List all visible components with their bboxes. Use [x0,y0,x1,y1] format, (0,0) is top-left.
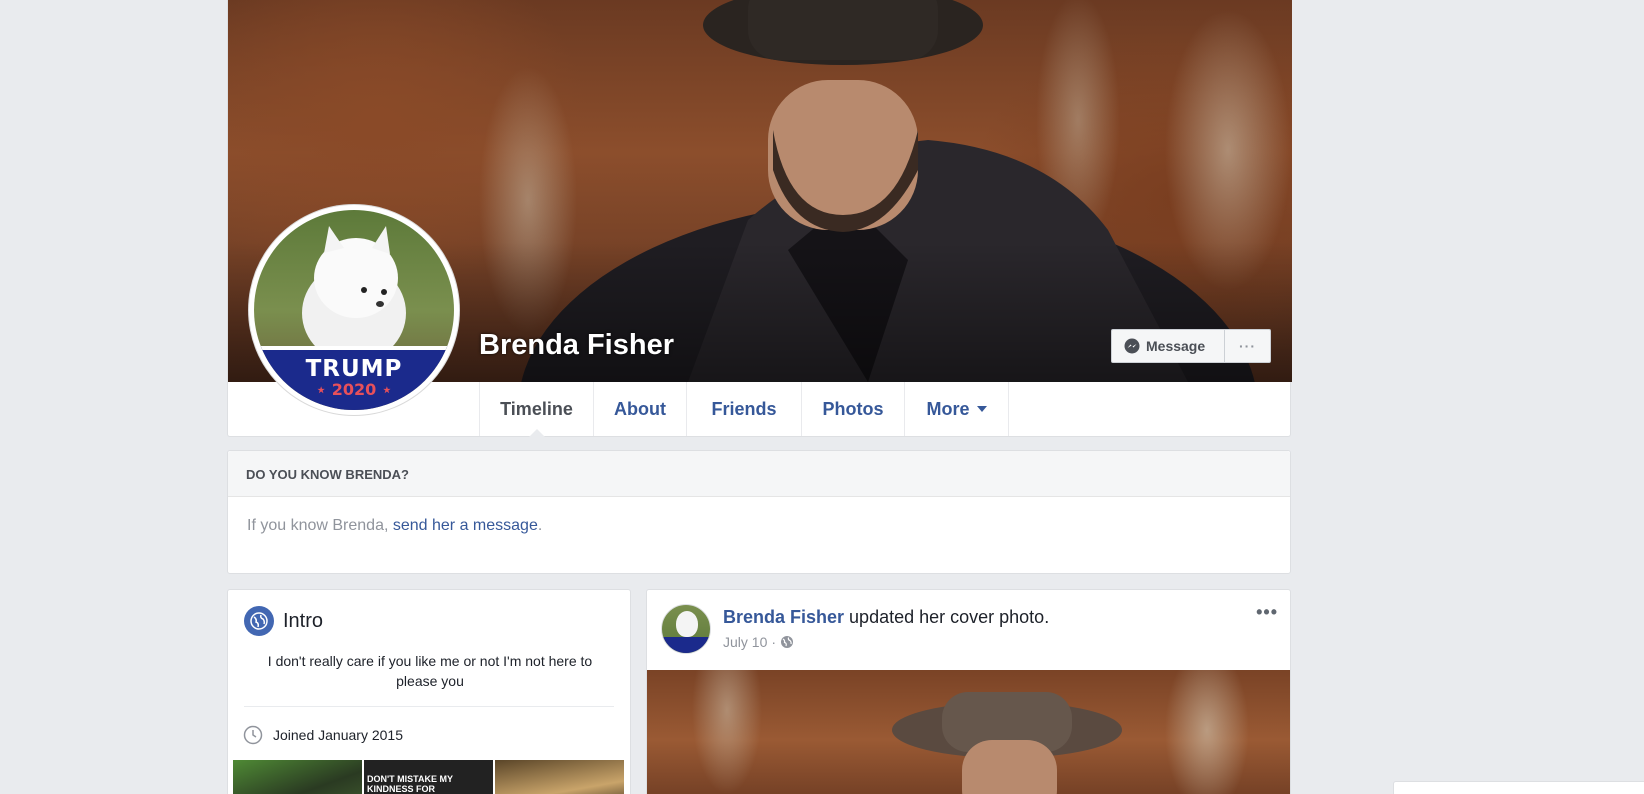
post-author-link[interactable]: Brenda Fisher [723,607,844,627]
cover-actions: Message ··· [1111,329,1271,363]
intro-divider [244,706,614,707]
featured-photo-2-text: DON'T MISTAKE MY KINDNESS FOR [367,774,453,794]
tab-photos[interactable]: Photos [802,382,905,436]
avatar-band [662,637,710,653]
globe-icon [244,606,274,636]
profile-header: TRUMP ⋆ 2020 ⋆ Brenda Fisher Message ···… [227,0,1292,437]
know-card-prefix: If you know Brenda, [247,517,393,534]
trump-2020-banner: TRUMP ⋆ 2020 ⋆ [254,346,454,410]
profile-name[interactable]: Brenda Fisher [479,329,674,362]
post-header: Brenda Fisher updated her cover photo. [723,607,1049,628]
caret-down-icon [976,406,987,412]
messenger-icon [1124,338,1140,354]
message-button-label: Message [1146,338,1206,354]
message-button[interactable]: Message [1111,329,1225,363]
public-globe-icon[interactable] [780,635,794,649]
tab-timeline[interactable]: Timeline [480,382,594,437]
post-options-button[interactable]: ••• [1256,602,1278,623]
dog-image [302,226,406,358]
tab-photos-label: Photos [822,398,884,419]
tab-about-label: About [614,398,666,419]
tab-more[interactable]: More [905,382,1009,436]
post-action-text: updated her cover photo. [844,607,1050,627]
tab-timeline-label: Timeline [500,398,573,419]
joined-info: Joined January 2015 [243,725,403,745]
timeline-post: Brenda Fisher updated her cover photo. J… [646,589,1291,794]
intro-card: Intro I don't really care if you like me… [227,589,631,794]
post-meta: July 10 · [723,634,794,650]
tab-more-label: More [926,398,970,419]
post-date[interactable]: July 10 [723,634,767,650]
tab-about[interactable]: About [594,382,687,436]
know-card-suffix: . [537,517,543,534]
know-brenda-card: DO YOU KNOW BRENDA? If you know Brenda, … [227,450,1291,574]
know-card-body: If you know Brenda, send her a message. [228,497,1290,555]
post-cover-photo[interactable] [647,670,1290,794]
banner-text-year: ⋆ 2020 ⋆ [316,380,392,399]
clock-icon [243,725,263,745]
know-card-header: DO YOU KNOW BRENDA? [228,451,1290,497]
joined-text: Joined January 2015 [273,727,403,743]
profile-picture[interactable]: TRUMP ⋆ 2020 ⋆ [248,204,460,416]
featured-photo-3[interactable] [495,760,624,794]
profile-tabs: Timeline About Friends Photos More [479,382,1009,437]
featured-photo-1[interactable] [233,760,362,794]
intro-featured-photos: DON'T MISTAKE MY KINDNESS FOR [233,760,624,794]
tab-friends-label: Friends [711,398,777,419]
profile-picture-image: TRUMP ⋆ 2020 ⋆ [254,210,454,410]
more-options-button[interactable]: ··· [1225,329,1271,363]
corner-popup[interactable] [1393,781,1644,794]
post-meta-separator: · [771,634,777,650]
post-author-avatar[interactable] [661,604,711,654]
tab-friends[interactable]: Friends [687,382,802,436]
intro-bio: I don't really care if you like me or no… [267,653,593,689]
avatar-dog [676,611,698,637]
post-cover-photo-image [892,692,1122,794]
intro-title: Intro [244,606,323,636]
featured-photo-2[interactable]: DON'T MISTAKE MY KINDNESS FOR [364,760,493,794]
send-message-link[interactable]: send her a message [393,517,538,534]
intro-title-text: Intro [283,609,324,632]
banner-text-trump: TRUMP [305,356,403,382]
